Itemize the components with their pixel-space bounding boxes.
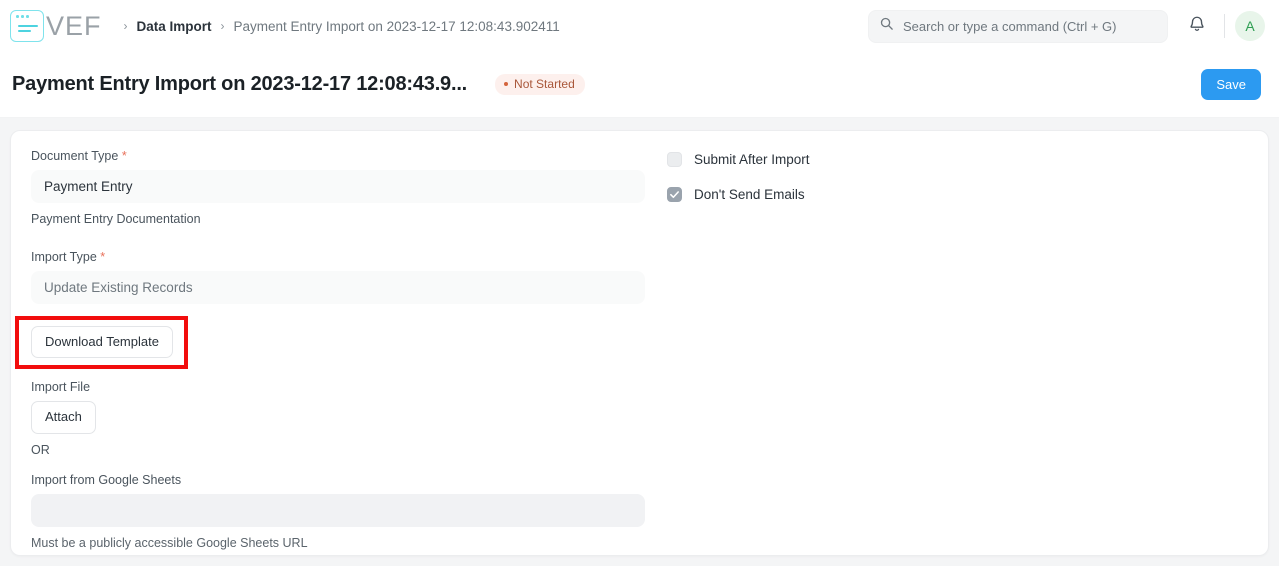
- submit-after-import-label: Submit After Import: [694, 152, 810, 167]
- app-window-logo-icon: [10, 10, 44, 42]
- documentation-link[interactable]: Payment Entry Documentation: [31, 212, 645, 226]
- import-type-label: Import Type *: [31, 250, 106, 264]
- status-dot-icon: [504, 82, 509, 86]
- dont-send-emails-row[interactable]: Don't Send Emails: [667, 187, 1248, 202]
- download-template-button[interactable]: Download Template: [31, 326, 173, 359]
- breadcrumb-separator-1: ›: [123, 19, 128, 33]
- status-badge: Not Started: [495, 74, 585, 95]
- save-button[interactable]: Save: [1201, 69, 1261, 100]
- search-placeholder: Search or type a command (Ctrl + G): [903, 18, 1117, 34]
- google-sheets-input[interactable]: [31, 493, 645, 527]
- document-type-label: Document Type *: [31, 149, 127, 163]
- search-input[interactable]: Search or type a command (Ctrl + G): [868, 9, 1168, 43]
- form-column-right: Submit After Import Don't Send Emails: [645, 149, 1248, 537]
- google-sheets-helper-text: Must be a publicly accessible Google She…: [31, 535, 308, 550]
- bell-icon: [1188, 15, 1206, 38]
- google-sheets-label: Import from Google Sheets: [31, 472, 182, 487]
- google-sheets-field: Import from Google Sheets Must be a publ…: [31, 473, 645, 550]
- required-marker: *: [121, 149, 127, 163]
- document-type-field: Document Type * Payment Entry: [31, 149, 645, 203]
- breadcrumb: › Data Import › Payment Entry Import on …: [124, 19, 560, 34]
- navbar-divider: [1224, 14, 1225, 38]
- page-title: Payment Entry Import on 2023-12-17 12:08…: [12, 73, 468, 95]
- logo-wordmark: VEF: [46, 10, 102, 41]
- breadcrumb-item-data-import[interactable]: Data Import: [137, 19, 212, 34]
- checkmark-icon: [670, 191, 679, 199]
- status-label: Not Started: [514, 77, 575, 91]
- import-file-field: Import File Attach: [31, 380, 645, 434]
- import-type-value: Update Existing Records: [44, 280, 193, 295]
- page-header: Payment Entry Import on 2023-12-17 12:08…: [0, 52, 1279, 118]
- download-template-annotation: Download Template: [15, 315, 188, 370]
- submit-after-import-row[interactable]: Submit After Import: [667, 152, 1248, 167]
- brand-logo[interactable]: VEF: [10, 10, 102, 42]
- form-column-left: Document Type * Payment Entry Payment En…: [15, 149, 645, 550]
- search-icon: [879, 16, 894, 36]
- submit-after-import-checkbox[interactable]: [667, 152, 682, 167]
- breadcrumb-separator-2: ›: [220, 19, 225, 33]
- notifications-button[interactable]: [1180, 9, 1214, 43]
- form-card: Document Type * Payment Entry Payment En…: [10, 130, 1269, 556]
- top-navbar: VEF › Data Import › Payment Entry Import…: [0, 0, 1279, 52]
- dont-send-emails-checkbox[interactable]: [667, 187, 682, 202]
- dont-send-emails-label: Don't Send Emails: [694, 187, 805, 202]
- or-separator-label: OR: [31, 442, 50, 457]
- required-marker: *: [100, 250, 106, 264]
- breadcrumb-item-current[interactable]: Payment Entry Import on 2023-12-17 12:08…: [234, 19, 560, 34]
- avatar[interactable]: A: [1235, 11, 1265, 41]
- attach-button[interactable]: Attach: [31, 401, 96, 434]
- import-file-label: Import File: [31, 380, 91, 395]
- import-type-field: Import Type * Update Existing Records: [31, 250, 645, 304]
- logo-dots: [16, 15, 29, 18]
- document-type-value: Payment Entry: [44, 179, 133, 194]
- import-type-input[interactable]: Update Existing Records: [31, 271, 645, 304]
- document-type-input[interactable]: Payment Entry: [31, 170, 645, 203]
- navbar-right-actions: Search or type a command (Ctrl + G) A: [868, 0, 1265, 52]
- avatar-initial: A: [1245, 18, 1255, 34]
- form-card-wrapper: Document Type * Payment Entry Payment En…: [0, 118, 1279, 564]
